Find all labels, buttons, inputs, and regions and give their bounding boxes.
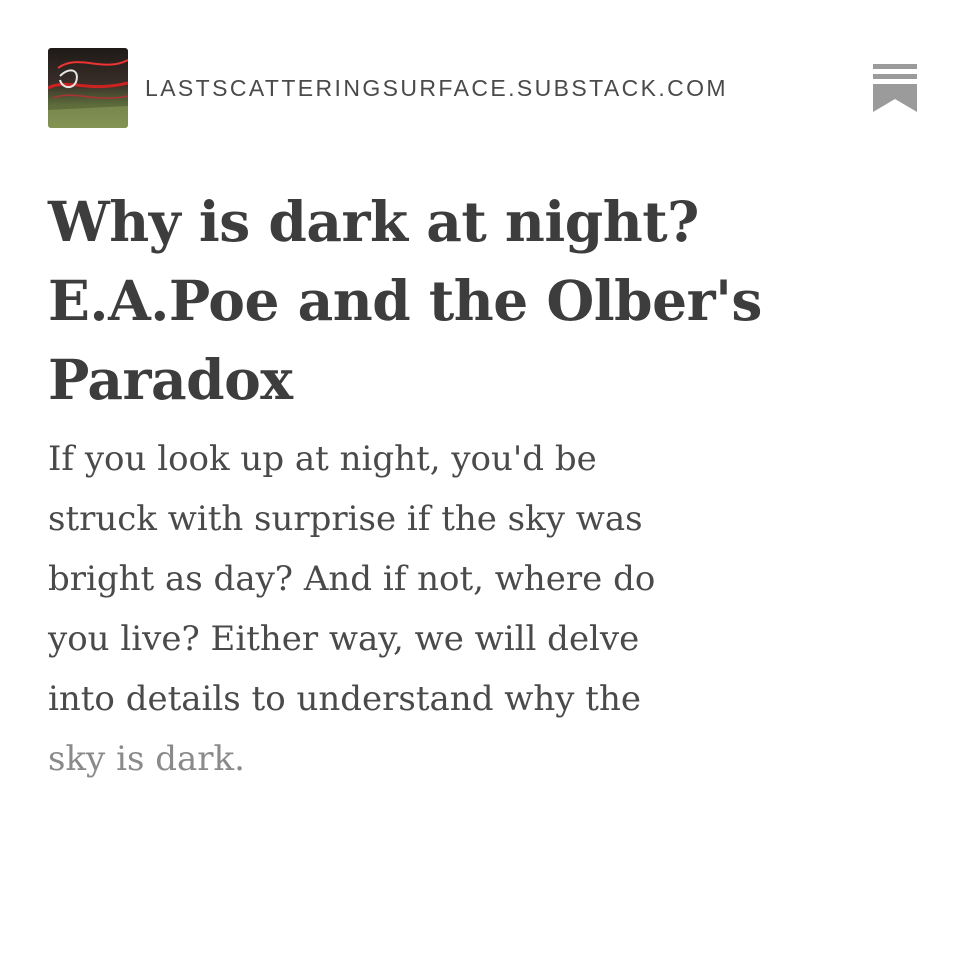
- article-subtitle-faded-text: sky is dark.: [48, 739, 245, 779]
- substack-bookmark-icon[interactable]: [873, 64, 917, 112]
- publication-logo-image: [48, 48, 128, 128]
- article-subtitle: If you look up at night, you'd be struck…: [48, 429, 768, 789]
- bookmark-icon: [873, 64, 917, 112]
- article-subtitle-text: If you look up at night, you'd be struck…: [48, 439, 656, 719]
- publication-domain[interactable]: LASTSCATTERINGSURFACE.SUBSTACK.COM: [145, 75, 728, 102]
- publication-logo[interactable]: [48, 48, 128, 128]
- publication-header: LASTSCATTERINGSURFACE.SUBSTACK.COM: [48, 48, 728, 128]
- article-title[interactable]: Why is dark at night? E.A.Poe and the Ol…: [48, 182, 848, 419]
- post-preview-card[interactable]: LASTSCATTERINGSURFACE.SUBSTACK.COM Why i…: [0, 0, 964, 964]
